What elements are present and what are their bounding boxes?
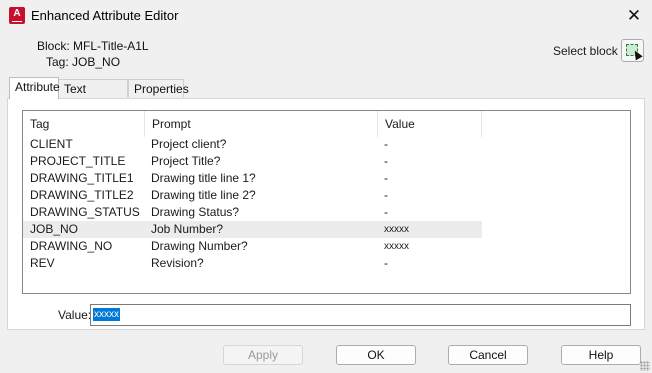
- tag-name: JOB_NO: [72, 55, 121, 69]
- table-row[interactable]: REV Revision? -: [23, 255, 482, 272]
- table-row[interactable]: DRAWING_TITLE1 Drawing title line 1? -: [23, 170, 482, 187]
- column-header-value[interactable]: Value: [378, 111, 482, 137]
- row-tag: CLIENT: [30, 137, 73, 151]
- row-value: xxxxx: [384, 241, 409, 252]
- row-prompt: Drawing Status?: [151, 205, 240, 219]
- row-value: -: [384, 188, 388, 202]
- attribute-list[interactable]: Tag Prompt Value CLIENT Project client? …: [22, 110, 631, 294]
- column-header-tag[interactable]: Tag: [23, 111, 145, 137]
- row-prompt: Project client?: [151, 137, 227, 151]
- row-tag: REV: [30, 256, 55, 270]
- table-row[interactable]: CLIENT Project client? -: [23, 136, 482, 153]
- row-value: -: [384, 256, 388, 270]
- block-name: MFL-Title-A1L: [73, 39, 149, 53]
- resize-grip-icon[interactable]: [640, 361, 650, 371]
- ok-button[interactable]: OK: [336, 345, 416, 365]
- value-input-text: xxxxx: [93, 308, 120, 321]
- table-row[interactable]: DRAWING_STATUS Drawing Status? -: [23, 204, 482, 221]
- table-row[interactable]: DRAWING_NO Drawing Number? xxxxx: [23, 238, 482, 255]
- row-prompt: Job Number?: [151, 222, 224, 236]
- block-info: Block: MFL-Title-A1L: [37, 39, 149, 53]
- row-value: -: [384, 137, 388, 151]
- value-label: Value:: [58, 308, 92, 322]
- row-prompt: Drawing title line 2?: [151, 188, 256, 202]
- row-tag: DRAWING_TITLE2: [30, 188, 134, 202]
- block-label: Block:: [37, 39, 70, 53]
- autocad-app-icon: A: [9, 7, 25, 24]
- title-bar: A Enhanced Attribute Editor ✕: [0, 0, 652, 31]
- table-row[interactable]: DRAWING_TITLE2 Drawing title line 2? -: [23, 187, 482, 204]
- row-tag: DRAWING_STATUS: [30, 205, 140, 219]
- tab-text-options[interactable]: Text Options: [58, 79, 128, 114]
- apply-button[interactable]: Apply: [223, 345, 303, 365]
- select-block-label: Select block: [553, 44, 618, 58]
- row-value: -: [384, 154, 388, 168]
- row-tag: DRAWING_NO: [30, 239, 113, 253]
- row-tag: DRAWING_TITLE1: [30, 171, 134, 185]
- cancel-button[interactable]: Cancel: [448, 345, 528, 365]
- row-tag: PROJECT_TITLE: [30, 154, 126, 168]
- table-row-selected[interactable]: JOB_NO Job Number? xxxxx: [23, 221, 482, 238]
- row-prompt: Drawing title line 1?: [151, 171, 256, 185]
- row-value: -: [384, 205, 388, 219]
- row-prompt: Revision?: [151, 256, 204, 270]
- tag-info: Tag: JOB_NO: [46, 55, 120, 69]
- tab-properties[interactable]: Properties: [128, 79, 189, 97]
- select-block-button[interactable]: [621, 39, 644, 62]
- value-input[interactable]: xxxxx: [90, 304, 631, 326]
- row-tag: JOB_NO: [30, 222, 79, 236]
- tab-attribute[interactable]: Attribute: [9, 77, 60, 99]
- window-title: Enhanced Attribute Editor: [31, 8, 179, 23]
- close-icon[interactable]: ✕: [624, 6, 644, 26]
- help-button[interactable]: Help: [561, 345, 641, 365]
- row-value: xxxxx: [384, 224, 409, 235]
- tag-label: Tag:: [46, 55, 69, 69]
- row-value: -: [384, 171, 388, 185]
- row-prompt: Project Title?: [151, 154, 221, 168]
- table-row[interactable]: PROJECT_TITLE Project Title? -: [23, 153, 482, 170]
- row-prompt: Drawing Number?: [151, 239, 248, 253]
- cursor-icon: [631, 48, 643, 61]
- column-header-prompt[interactable]: Prompt: [145, 111, 378, 137]
